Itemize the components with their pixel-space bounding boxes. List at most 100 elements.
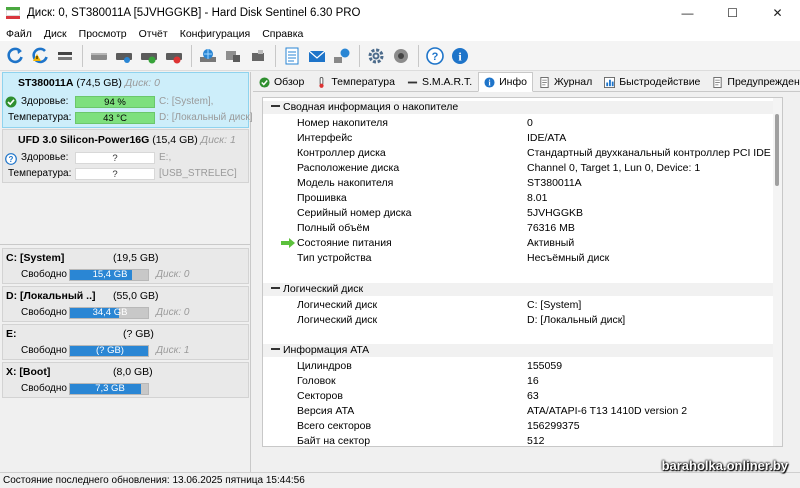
hard-disk-test-icon	[115, 52, 132, 63]
prop-label: Серийный номер диска	[297, 207, 412, 219]
close-button[interactable]: ✕	[755, 0, 800, 26]
help-button[interactable]: ?	[423, 44, 446, 68]
disk-volumes-2: [USB_STRELEC]	[159, 168, 237, 179]
document-icon	[539, 76, 550, 88]
network-button[interactable]	[221, 44, 244, 68]
prop-label: Состояние питания	[297, 237, 392, 249]
maximize-button[interactable]: ☐	[710, 0, 755, 26]
free-space-bar: 7,3 GB	[69, 383, 149, 395]
prop-label: Секторов	[297, 390, 343, 402]
chart-icon	[604, 76, 616, 88]
tab-log[interactable]: Журнал	[532, 73, 599, 91]
sound-button[interactable]	[389, 44, 412, 68]
prop-label: Модель накопителя	[297, 177, 394, 189]
prop-label: Расположение диска	[297, 162, 400, 174]
web-status-button[interactable]	[330, 44, 353, 68]
help-icon: ?	[425, 46, 444, 65]
prop-label: Тип устройства	[297, 252, 372, 264]
menu-view[interactable]: Просмотр	[73, 28, 133, 40]
backup-button[interactable]	[196, 44, 219, 68]
volume-name: X: [Boot]	[6, 366, 51, 378]
disk-volumes-2: D: [Локальный диск]	[159, 112, 253, 123]
prop-value: C: [System]	[527, 299, 582, 311]
temperature-label: Температура:	[8, 112, 72, 123]
prop-value: 156299375	[527, 420, 580, 432]
tab-bar: Обзор Температура S.M.A.R.T. i Инфо Журн…	[253, 72, 800, 92]
free-label: Свободно	[21, 269, 67, 280]
prop-label: Прошивка	[297, 192, 347, 204]
check-icon	[259, 76, 270, 88]
menu-report[interactable]: Отчёт	[133, 28, 174, 40]
section-title: Логический диск	[283, 283, 364, 295]
tab-warnings[interactable]: Предупреждения	[706, 73, 800, 91]
refresh-all-button[interactable]	[28, 44, 51, 68]
disk-test-button[interactable]	[112, 44, 135, 68]
prop-value: Активный	[527, 237, 575, 249]
scroll-thumb[interactable]	[775, 114, 779, 186]
disk-check-button[interactable]	[137, 44, 160, 68]
disk-card-1[interactable]: UFD 3.0 Silicon-Power16G (15,4 GB) Диск:…	[2, 129, 249, 183]
volume-card-e[interactable]: E: (? GB) Свободно (? GB) Диск: 1	[2, 324, 249, 360]
free-space-bar: 34,4 GB	[69, 307, 149, 319]
collapse-icon	[271, 348, 280, 351]
menu-configuration[interactable]: Конфигурация	[174, 28, 256, 40]
menu-file[interactable]: Файл	[0, 28, 38, 40]
tab-info[interactable]: i Инфо	[478, 72, 533, 92]
prop-value: ATA/ATAPI-6 T13 1410D version 2	[527, 405, 688, 417]
disk-number: Диск: 1	[200, 134, 236, 146]
prop-value: Channel 0, Target 1, Lun 0, Device: 1	[527, 162, 701, 174]
report-button[interactable]	[280, 44, 303, 68]
disk-card-0[interactable]: ST380011A (74,5 GB) Диск: 0 Здоровье: 94…	[2, 72, 253, 128]
prop-value: 76316 MB	[527, 222, 575, 234]
disk-surface-button[interactable]	[87, 44, 110, 68]
prop-label: Байт на сектор	[297, 435, 371, 447]
volume-disk: Диск: 0	[156, 307, 190, 318]
section-header-logical[interactable]: Логический диск	[263, 283, 773, 296]
free-label: Свободно	[21, 383, 67, 394]
info-panel[interactable]: Сводная информация о накопителе Номер на…	[262, 97, 774, 447]
tab-label: Инфо	[499, 76, 527, 88]
volume-card-c[interactable]: C: [System] (19,5 GB) Свободно 15,4 GB Д…	[2, 248, 249, 284]
tab-overview[interactable]: Обзор	[253, 73, 311, 91]
tab-label: Журнал	[553, 76, 593, 88]
volume-card-x[interactable]: X: [Boot] (8,0 GB) Свободно 7,3 GB	[2, 362, 249, 398]
section-header-summary[interactable]: Сводная информация о накопителе	[263, 101, 773, 114]
menu-disk[interactable]: Диск	[38, 28, 73, 40]
watermark: baraholka.onliner.by	[661, 458, 788, 473]
disk-list-button[interactable]	[53, 44, 76, 68]
free-space-value: 15,4 GB	[92, 269, 128, 280]
volume-card-d[interactable]: D: [Локальный ..] (55,0 GB) Свободно 34,…	[2, 286, 249, 322]
section-header-ata[interactable]: Информация ATA	[263, 344, 773, 357]
status-bar: Состояние последнего обновления: 13.06.2…	[0, 472, 800, 488]
tab-smart[interactable]: S.M.A.R.T.	[400, 73, 479, 91]
refresh-button[interactable]	[3, 44, 26, 68]
health-label: Здоровье:	[21, 96, 69, 107]
tab-temperature[interactable]: Температура	[310, 73, 401, 91]
status-text: Состояние последнего обновления: 13.06.2…	[3, 475, 305, 486]
prop-label: Контроллер диска	[297, 147, 386, 159]
vertical-scrollbar[interactable]	[773, 97, 783, 447]
about-button[interactable]: i	[448, 44, 471, 68]
prop-value: 16	[527, 375, 539, 387]
tab-label: Быстродействие	[619, 76, 701, 88]
menu-help[interactable]: Справка	[256, 28, 309, 40]
disk-volumes-1: E:,	[159, 152, 172, 163]
usb-button[interactable]	[246, 44, 269, 68]
disk-alert-button[interactable]	[162, 44, 185, 68]
window-title: Диск: 0, ST380011A [5JVHGGKB] - Hard Dis…	[27, 7, 361, 19]
prop-value: 5JVHGGKB	[527, 207, 584, 219]
minimize-button[interactable]: —	[665, 0, 710, 26]
usb-drive-icon	[251, 49, 264, 61]
settings-button[interactable]	[364, 44, 387, 68]
disk-header: UFD 3.0 Silicon-Power16G (15,4 GB) Диск:…	[18, 134, 236, 146]
question-icon: ?	[5, 153, 17, 165]
prop-label: Интерфейс	[297, 132, 353, 144]
arrow-right-icon	[281, 238, 295, 248]
tab-performance[interactable]: Быстродействие	[598, 73, 707, 91]
refresh-warning-icon	[31, 47, 48, 63]
send-report-button[interactable]	[305, 44, 328, 68]
volume-size: (8,0 GB)	[113, 366, 153, 378]
tab-label: Температура	[331, 76, 395, 88]
disk-globe-icon	[199, 48, 216, 62]
disk-list-icon	[57, 51, 72, 60]
